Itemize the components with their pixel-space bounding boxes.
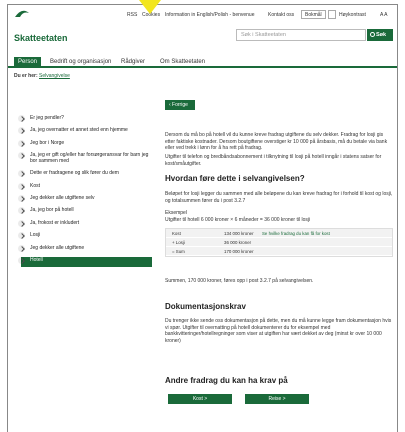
sidebar-item-label: Ja, frokost er inkludert xyxy=(30,219,80,226)
skatteetaten-logo-icon xyxy=(15,10,29,17)
sidebar-item[interactable]: Jeg bor i Norge xyxy=(12,139,152,152)
sidebar-item[interactable]: Dette er fradragene og slik fører du dem xyxy=(12,170,152,182)
selvangivelse-paragraph: Beløpet for losji legger du sammen med a… xyxy=(165,191,393,204)
kontakt-link[interactable]: Kontakt oss xyxy=(268,12,294,18)
breadcrumb-label: Du er her: xyxy=(14,73,38,79)
sidebar-item-label: Ja, jeg overnatter et annet sted enn hje… xyxy=(30,127,128,134)
table-row: Kost 134 000 kroner Se hvilke fradrag du… xyxy=(166,229,392,238)
sidebar: Er jeg pendler? Ja, jeg overnatter et an… xyxy=(12,115,152,267)
chevron-icon xyxy=(18,127,25,135)
sidebar-item-label: Losji xyxy=(30,232,41,239)
example-label: Eksempel xyxy=(165,210,187,216)
tab-person[interactable]: Person xyxy=(14,57,42,68)
row-label: Kost xyxy=(172,231,181,236)
text-size-control[interactable]: A A xyxy=(380,12,388,18)
table-row: + Losji 36 000 kroner xyxy=(166,238,392,247)
search-icon xyxy=(370,32,375,37)
chevron-icon xyxy=(18,244,25,252)
breadcrumb-link[interactable]: Selvangivelse xyxy=(39,73,70,79)
chevron-icon xyxy=(18,182,25,190)
sidebar-item[interactable]: Ja, jeg bor på hotell xyxy=(12,207,152,219)
intro-paragraph-1: Dersom du må bo på hotell vil du kunne k… xyxy=(165,132,388,152)
sidebar-item-label: Kost xyxy=(30,182,41,189)
chevron-icon xyxy=(18,152,25,160)
browser-page: RSS Cookies Information in English/Polis… xyxy=(7,4,398,432)
heading-dokumentasjonskrav: Dokumentasjonskrav xyxy=(165,302,246,311)
previous-button[interactable]: ‹ Forrige xyxy=(165,100,195,110)
tab-bedrift[interactable]: Bedrift og organisasjon xyxy=(46,57,115,68)
example-line: Utgifter til hotell 6 000 kroner × 6 mån… xyxy=(165,217,311,223)
chevron-icon xyxy=(18,139,25,147)
chevron-icon xyxy=(18,256,25,264)
english-info-link[interactable]: Information in English/Polish - benvenue… xyxy=(165,12,255,18)
cursor-pointer-icon xyxy=(139,0,161,14)
chevron-icon xyxy=(18,194,25,202)
sum-line: Summen, 170 000 kroner, føres opp i post… xyxy=(165,278,314,284)
row-value: 36 000 kroner xyxy=(224,240,252,245)
row-label: + Losji xyxy=(172,240,185,245)
rss-link[interactable]: RSS xyxy=(127,12,137,18)
sidebar-item-label: Er jeg pendler? xyxy=(30,115,64,121)
sidebar-item-label: Ja, jeg bor på hotell xyxy=(30,207,74,214)
row-value: 170 000 kroner xyxy=(224,249,254,254)
sidebar-item[interactable]: Jeg dekker alle utgiftene selv xyxy=(12,194,152,207)
sidebar-item-label: Jeg dekker alle utgiftene xyxy=(30,244,85,251)
language-select[interactable]: Bokmål xyxy=(301,10,326,19)
sidebar-item[interactable]: Losji xyxy=(12,232,152,244)
tab-om-skatteetaten[interactable]: Om Skatteetaten xyxy=(156,57,209,68)
sidebar-item[interactable]: Ja, jeg overnatter et annet sted enn hje… xyxy=(12,127,152,139)
sidebar-item[interactable]: Er jeg pendler? xyxy=(12,115,152,127)
sidebar-item-label: Jeg dekker alle utgiftene selv xyxy=(30,194,95,201)
chevron-icon xyxy=(18,232,25,240)
sidebar-item[interactable]: Jeg dekker alle utgiftene xyxy=(12,244,152,257)
calculation-table: Kost 134 000 kroner Se hvilke fradrag du… xyxy=(165,228,393,257)
contrast-toggle[interactable] xyxy=(328,10,336,19)
table-row: = Sum 170 000 kroner xyxy=(166,247,392,256)
intro-paragraph-2: Utgifter til telefon og bredbåndsabonnem… xyxy=(165,154,382,167)
kost-button[interactable]: Kost > xyxy=(168,394,232,404)
tab-radgiver[interactable]: Rådgiver xyxy=(117,57,149,68)
row-link[interactable]: Se hvilke fradrag du kan få for kost xyxy=(262,231,330,236)
sidebar-item-label: Jeg bor i Norge xyxy=(30,139,65,146)
row-value: 134 000 kroner xyxy=(224,231,254,236)
chevron-icon xyxy=(18,207,25,215)
sidebar-item-active[interactable]: Hotell xyxy=(18,256,152,267)
heading-andre-fradrag: Andre fradrag du kan ha krav på xyxy=(165,376,288,385)
reise-button[interactable]: Reise > xyxy=(245,394,309,404)
dokumentasjon-paragraph: Du trenger ikke sende oss dokumentasjon … xyxy=(165,318,392,344)
breadcrumb: Du er her: Selvangivelse xyxy=(14,73,70,79)
main-nav: Person Bedrift og organisasjon Rådgiver … xyxy=(8,55,397,68)
chevron-icon xyxy=(18,115,25,122)
search-button-label: Søk xyxy=(376,32,387,38)
heading-selvangivelse: Hvordan føre dette i selvangivelsen? xyxy=(165,174,305,183)
contrast-label[interactable]: Høykontrast xyxy=(339,12,366,18)
row-label: = Sum xyxy=(172,249,185,254)
chevron-icon xyxy=(18,170,25,178)
search-button[interactable]: Søk xyxy=(367,29,393,41)
sidebar-item[interactable]: Ja, frokost er inkludert xyxy=(12,219,152,232)
sidebar-item[interactable]: Ja, jeg er gift og/eller har forsørgeran… xyxy=(12,152,152,170)
sidebar-item-label: Dette er fradragene og slik fører du dem xyxy=(30,170,119,177)
chevron-icon xyxy=(18,219,25,227)
sidebar-item-label: Ja, jeg er gift og/eller har forsørgeran… xyxy=(30,152,149,165)
search-input[interactable]: Søk i Skatteetaten xyxy=(236,29,366,41)
sidebar-item[interactable]: Kost xyxy=(12,182,152,195)
sidebar-item-label: Hotell xyxy=(30,256,43,263)
site-name[interactable]: Skatteetaten xyxy=(14,33,68,43)
